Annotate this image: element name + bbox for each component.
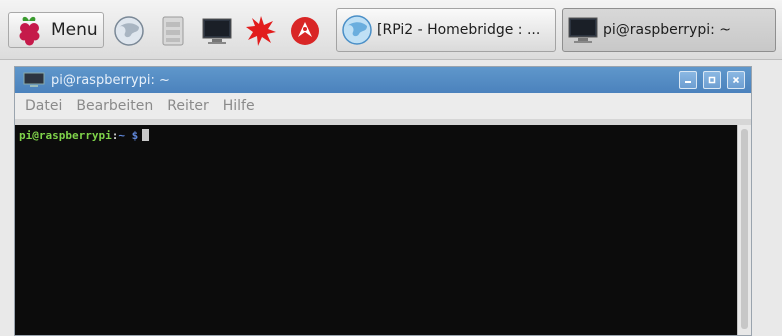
minimize-button[interactable] xyxy=(679,71,697,89)
menu-datei[interactable]: Datei xyxy=(25,98,62,114)
burst-icon xyxy=(246,16,276,46)
terminal-icon xyxy=(202,18,232,44)
menu-button[interactable]: Menu xyxy=(8,12,104,48)
task-browser-label: [RPi2 - Homebridge : ... xyxy=(377,22,541,38)
maximize-button[interactable] xyxy=(703,71,721,89)
terminal-icon xyxy=(23,72,45,87)
close-icon xyxy=(732,76,740,84)
menu-reiter[interactable]: Reiter xyxy=(167,98,208,114)
menu-label: Menu xyxy=(51,20,98,40)
wolfram-launcher[interactable] xyxy=(288,14,322,48)
shell-prompt: pi@raspberrypi:~ $ xyxy=(19,129,150,142)
terminal-icon xyxy=(568,17,598,43)
prompt-user: pi@raspberrypi xyxy=(19,129,112,142)
wolfram-icon xyxy=(291,17,319,45)
window-menubar: Datei Bearbeiten Reiter Hilfe xyxy=(15,93,751,119)
task-terminal[interactable]: pi@raspberrypi: ~ xyxy=(562,8,776,52)
menu-bearbeiten[interactable]: Bearbeiten xyxy=(76,98,153,114)
menu-hilfe[interactable]: Hilfe xyxy=(223,98,255,114)
terminal-output[interactable]: pi@raspberrypi:~ $ xyxy=(15,125,737,335)
raspberry-logo-icon xyxy=(19,16,40,46)
terminal-launcher[interactable] xyxy=(200,14,234,48)
taskbar: Menu [RPi2 - Homebridge: ... pi@raspber… xyxy=(0,0,782,60)
terminal-window: pi@raspberrypi: ~ Datei Bearbeiten Reite… xyxy=(14,66,752,336)
terminal-scrollbar[interactable] xyxy=(737,125,751,335)
task-browser[interactable]: [RPi2 - Homebridge : ... xyxy=(336,8,556,52)
globe-icon xyxy=(342,15,372,45)
burst-launcher[interactable] xyxy=(244,14,278,48)
file-manager-launcher[interactable] xyxy=(156,14,190,48)
browser-launcher[interactable] xyxy=(112,14,146,48)
globe-icon xyxy=(114,16,144,46)
task-terminal-label: pi@raspberrypi: ~ xyxy=(603,22,732,38)
window-title: pi@raspberrypi: ~ xyxy=(51,72,170,88)
prompt-path: ~ $ xyxy=(118,129,139,142)
file-manager-icon xyxy=(162,16,184,46)
text-cursor xyxy=(142,129,150,141)
close-button[interactable] xyxy=(727,71,745,89)
minimize-icon xyxy=(685,81,691,83)
scrollbar-thumb[interactable] xyxy=(741,129,748,329)
window-titlebar[interactable]: pi@raspberrypi: ~ xyxy=(15,67,751,93)
maximize-icon xyxy=(708,76,716,84)
